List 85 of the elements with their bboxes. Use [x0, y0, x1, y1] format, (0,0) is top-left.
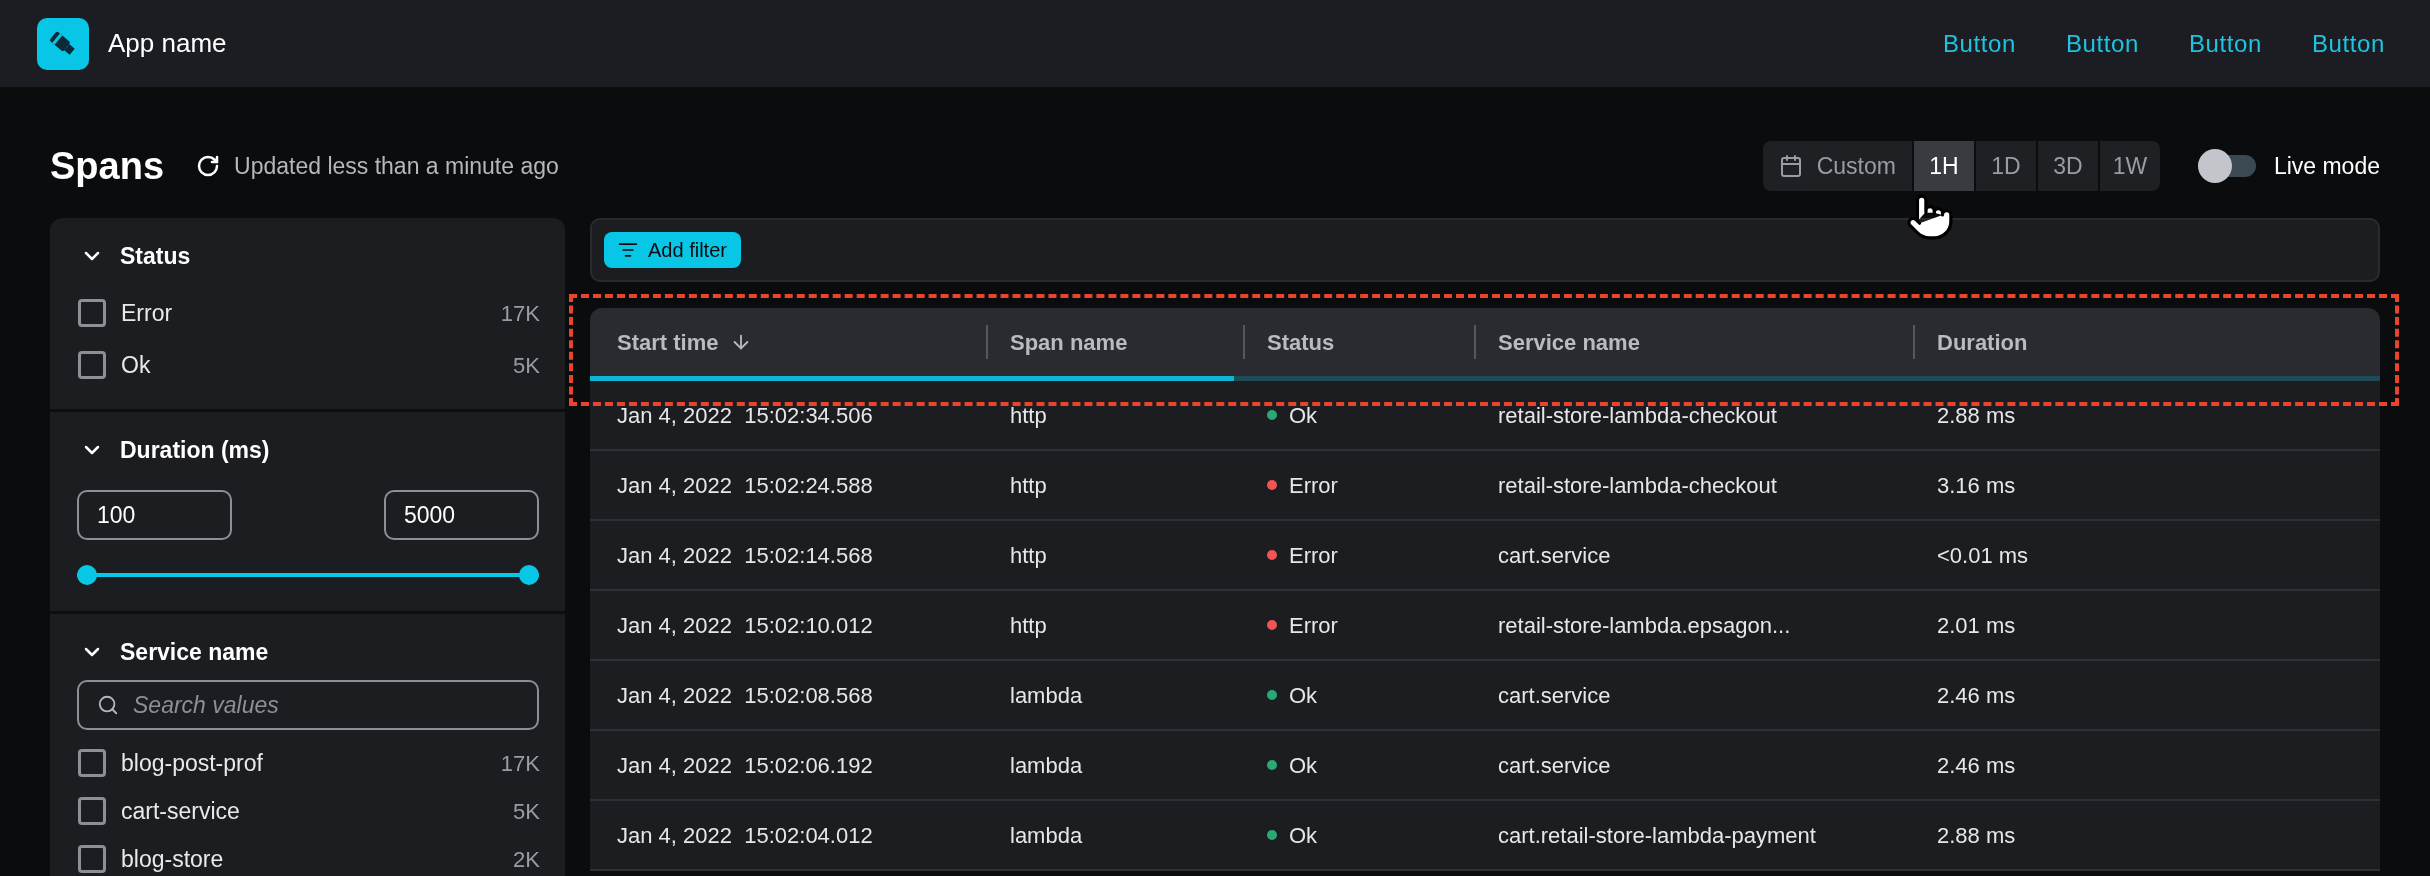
- section-title: Status: [120, 241, 191, 271]
- column-header[interactable]: Status: [1267, 325, 1335, 359]
- table-cell-text: Jan 4, 2022 15:02:34.506: [617, 401, 874, 430]
- filter-option-label: blog-store: [121, 844, 224, 874]
- table-cell-text: Jan 4, 2022 15:02:10.012: [617, 611, 874, 640]
- filter-option-count: 5K: [513, 797, 540, 826]
- checkbox[interactable]: [78, 797, 106, 825]
- time-range-tab[interactable]: 1W: [2097, 141, 2160, 191]
- table-cell-text: Ok: [1289, 401, 1318, 430]
- table-cell-text: lambda: [1010, 751, 1084, 780]
- refresh-icon[interactable]: [196, 154, 221, 178]
- nav-button[interactable]: Button: [2066, 25, 2139, 62]
- nav-button[interactable]: Button: [1943, 25, 2016, 62]
- app-logo-icon: [37, 17, 89, 70]
- table-cell-text: Jan 4, 2022 15:02:24.588: [617, 471, 874, 500]
- app-name: App name: [108, 27, 227, 60]
- search-field[interactable]: Search values: [77, 680, 539, 730]
- table-cell-text: 2.46 ms: [1937, 681, 2017, 710]
- table-cell-text: cart.service: [1498, 541, 1612, 570]
- table-cell-text: 2.46 ms: [1937, 751, 2017, 780]
- table-cell-text: Ok: [1289, 681, 1318, 710]
- table-cell-text: Jan 4, 2022 15:02:08.568: [617, 681, 874, 710]
- live-mode-switch[interactable]: [2197, 149, 2256, 183]
- time-range-tab[interactable]: 1H: [1911, 141, 1974, 191]
- nav-button[interactable]: Button: [2189, 25, 2262, 62]
- nav-button[interactable]: Button: [2312, 25, 2385, 62]
- custom-range-button[interactable]: Custom: [1762, 141, 1912, 191]
- calendar-icon: [1778, 154, 1803, 178]
- table-cell-text: Ok: [1289, 751, 1318, 780]
- table-cell-text: Jan 4, 2022 15:02:14.568: [617, 541, 874, 570]
- updated-text: Updated less than a minute ago: [234, 151, 559, 181]
- filter-option-count: 2K: [513, 845, 540, 874]
- table-cell-text: Ok: [1289, 821, 1318, 850]
- hand-pointer-icon: [1905, 192, 1955, 242]
- table-cell-text: retail-store-lambda-checkout: [1498, 401, 1778, 430]
- table-cell-text: retail-store-lambda-checkout: [1498, 471, 1778, 500]
- table-cell-text: 2.88 ms: [1937, 401, 2017, 430]
- filter-option-label: Error: [121, 298, 173, 328]
- add-filter-button[interactable]: Add filter: [604, 232, 741, 268]
- table-cell-text: retail-store-lambda.epsagon...: [1498, 611, 1792, 640]
- section-title: Duration (ms): [120, 435, 270, 465]
- checkbox[interactable]: [78, 845, 106, 873]
- column-header[interactable]: Duration: [1937, 325, 2028, 359]
- table-cell-text: lambda: [1010, 821, 1084, 850]
- filter-option-count: 5K: [513, 351, 540, 380]
- slider-thumb[interactable]: [519, 565, 539, 585]
- filter-option-label: Ok: [121, 350, 151, 380]
- table-cell-text: Jan 4, 2022 15:02:06.192: [617, 751, 874, 780]
- table-cell-text: 3.16 ms: [1937, 471, 2017, 500]
- filter-option-label: blog-post-prof: [121, 748, 263, 778]
- column-header[interactable]: Service name: [1498, 325, 1640, 359]
- table-cell-text: lambda: [1010, 681, 1084, 710]
- table-cell-text: 2.01 ms: [1937, 611, 2017, 640]
- live-mode-label: Live mode: [2273, 151, 2380, 181]
- range-slider-track[interactable]: [77, 565, 539, 585]
- section-title: Service name: [120, 637, 269, 667]
- table-cell-text: cart.service: [1498, 751, 1612, 780]
- checkbox[interactable]: [78, 351, 106, 379]
- checkbox[interactable]: [78, 299, 106, 327]
- table-cell-text: http: [1010, 611, 1048, 640]
- table-cell-text: 2.88 ms: [1937, 821, 2017, 850]
- slider-thumb[interactable]: [77, 565, 97, 585]
- table-cell-text: http: [1010, 471, 1048, 500]
- filter-icon: [618, 240, 638, 260]
- table-cell-text: Error: [1289, 471, 1338, 500]
- checkbox[interactable]: [78, 749, 106, 777]
- time-range-tab[interactable]: 3D: [2035, 141, 2098, 191]
- table-cell-text: cart.service: [1498, 681, 1612, 710]
- column-header[interactable]: Span name: [1010, 325, 1128, 359]
- column-header[interactable]: Start time: [617, 325, 753, 359]
- table-cell-text: cart.retail-store-lambda-payment: [1498, 821, 1817, 850]
- time-range-tab[interactable]: 1D: [1973, 141, 2036, 191]
- table-cell-text: Error: [1289, 611, 1338, 640]
- page-title: Spans: [50, 143, 165, 189]
- filter-option-count: 17K: [500, 299, 540, 328]
- table-cell-text: http: [1010, 541, 1048, 570]
- filter-option-count: 17K: [500, 749, 540, 778]
- table-cell-text: Jan 4, 2022 15:02:04.012: [617, 821, 874, 850]
- table-cell-text: http: [1010, 401, 1048, 430]
- search-icon: [97, 694, 119, 716]
- max-input-field[interactable]: 5000: [384, 490, 539, 540]
- table-cell-text: Error: [1289, 541, 1338, 570]
- table-cell-text: <0.01 ms: [1937, 541, 2030, 570]
- min-input-field[interactable]: 100: [77, 490, 232, 540]
- filter-option-label: cart-service: [121, 796, 240, 826]
